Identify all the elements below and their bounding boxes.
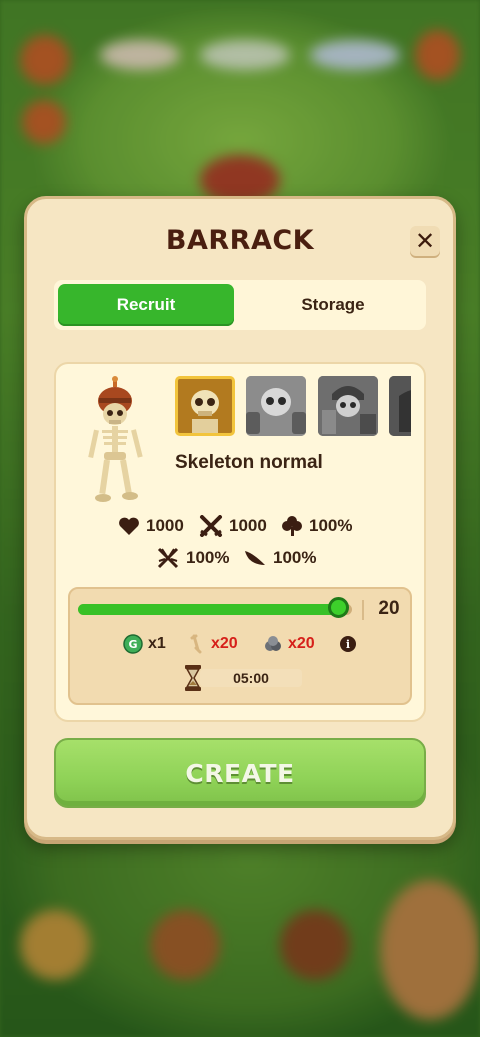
recruit-time: 05:00 — [200, 669, 302, 687]
unit-portrait-list — [175, 376, 411, 438]
portrait-skeleton-warrior[interactable] — [318, 376, 378, 436]
quantity-value: 20 — [378, 598, 400, 619]
quantity-slider[interactable] — [78, 597, 352, 618]
unit-name: Skeleton normal — [175, 452, 323, 473]
stone-icon — [265, 636, 281, 651]
skeleton-shield-face-icon — [246, 376, 306, 436]
cost-stone-value: x20 — [288, 635, 315, 652]
skeleton-dark-face-icon — [389, 376, 411, 436]
stat-luck: 100% — [281, 515, 352, 537]
stat-attack-value: 1000 — [229, 516, 267, 535]
stat-health-value: 1000 — [146, 516, 184, 535]
tab-storage[interactable]: Storage — [244, 284, 422, 326]
stat-special: 100% — [156, 547, 229, 569]
cost-gem-value: x1 — [148, 635, 166, 652]
bone-icon — [190, 634, 202, 654]
portrait-skeleton-shield[interactable] — [246, 376, 306, 436]
heart-icon — [119, 517, 139, 535]
stat-luck-value: 100% — [309, 516, 353, 535]
crossed-claws-icon — [157, 547, 179, 569]
skeleton-unit-figure — [88, 376, 143, 502]
close-button[interactable]: ✕ — [410, 226, 440, 256]
stat-attack: 1000 — [199, 515, 267, 537]
close-icon: ✕ — [414, 227, 436, 255]
create-button[interactable]: CREATE — [54, 738, 426, 808]
cost-bone: x20 — [188, 633, 238, 655]
crossed-swords-icon — [200, 515, 222, 537]
gem-icon: G — [123, 634, 143, 654]
quantity-slider-fill — [78, 604, 339, 615]
stat-speed-value: 100% — [273, 548, 317, 567]
cost-stone: x20 — [263, 633, 315, 655]
skeleton-warrior-face-icon — [318, 376, 378, 436]
portrait-skeleton-dark[interactable] — [389, 376, 411, 436]
svg-text:G: G — [128, 638, 137, 651]
stat-speed: 100% — [243, 547, 316, 569]
stat-health: 1000 — [118, 515, 184, 537]
skeleton-face-icon — [191, 390, 219, 433]
clover-icon — [282, 516, 302, 536]
info-icon[interactable]: i — [340, 636, 356, 652]
quantity-divider — [362, 600, 364, 620]
cost-gem: G x1 — [123, 633, 166, 655]
portrait-skeleton-normal[interactable] — [175, 376, 235, 436]
tab-bar: Recruit Storage — [54, 280, 426, 330]
dialog-title: BARRACK — [165, 225, 315, 256]
tab-recruit[interactable]: Recruit — [58, 284, 234, 326]
cost-bone-value: x20 — [211, 635, 238, 652]
wing-icon — [245, 551, 265, 565]
quantity-slider-thumb[interactable] — [328, 597, 350, 618]
stat-special-value: 100% — [186, 548, 230, 567]
